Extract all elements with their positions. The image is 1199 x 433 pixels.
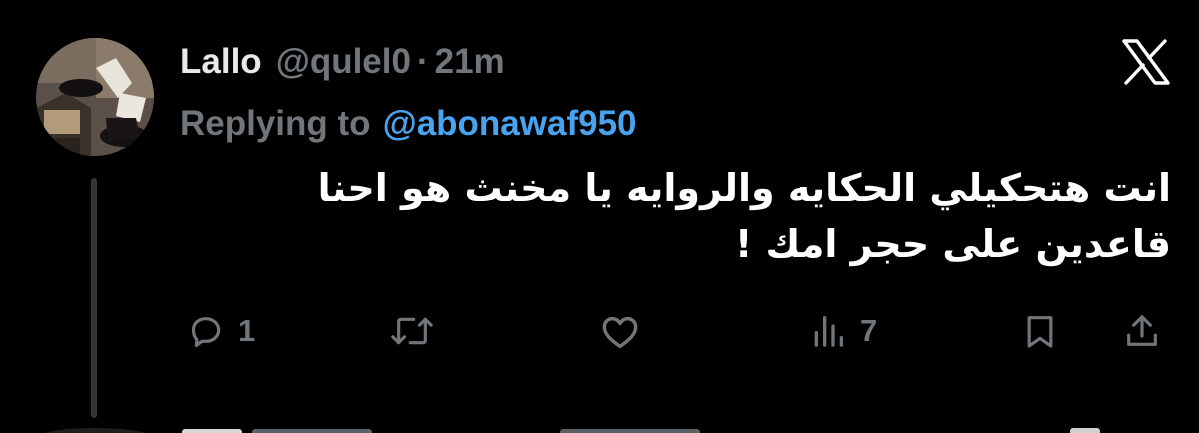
author-display-name[interactable]: Lallo <box>180 42 262 82</box>
replying-to-label: Replying to <box>180 104 371 143</box>
avatar[interactable] <box>36 38 154 156</box>
replying-to: Replying to @abonawaf950 <box>180 100 637 148</box>
retweet-icon <box>391 317 433 345</box>
reply-button[interactable]: 1 <box>186 306 255 356</box>
tweet-header: Lallo @qulel0 · 21m <box>180 40 505 84</box>
bookmark-icon <box>1027 316 1053 348</box>
views-count: 7 <box>860 313 878 348</box>
x-logo-icon <box>1121 39 1171 85</box>
share-button[interactable] <box>1122 306 1162 356</box>
tweet-text: انت هتحكيلي الحكايه والروايه يا مخنث هو … <box>317 166 1171 266</box>
tweet-timestamp[interactable]: 21m <box>435 42 505 82</box>
bookmark-button[interactable] <box>1020 306 1060 356</box>
reply-icon <box>191 317 221 348</box>
like-button[interactable] <box>598 306 642 356</box>
next-tweet-preview <box>0 420 1199 433</box>
views-icon <box>814 316 843 347</box>
heart-icon <box>602 316 638 349</box>
header-separator: · <box>416 42 429 81</box>
author-handle[interactable]: @qulel0 <box>276 42 411 82</box>
views-button[interactable]: 7 <box>808 306 877 356</box>
next-tweet-fragment <box>44 428 1100 433</box>
reply-count: 1 <box>238 313 256 348</box>
avatar-image <box>36 38 154 156</box>
thread-line <box>91 178 97 418</box>
replying-to-mention[interactable]: @abonawaf950 <box>383 104 637 144</box>
share-icon <box>1127 315 1157 346</box>
retweet-button[interactable] <box>388 306 436 356</box>
tweet-actions: 1 7 <box>180 306 1170 356</box>
